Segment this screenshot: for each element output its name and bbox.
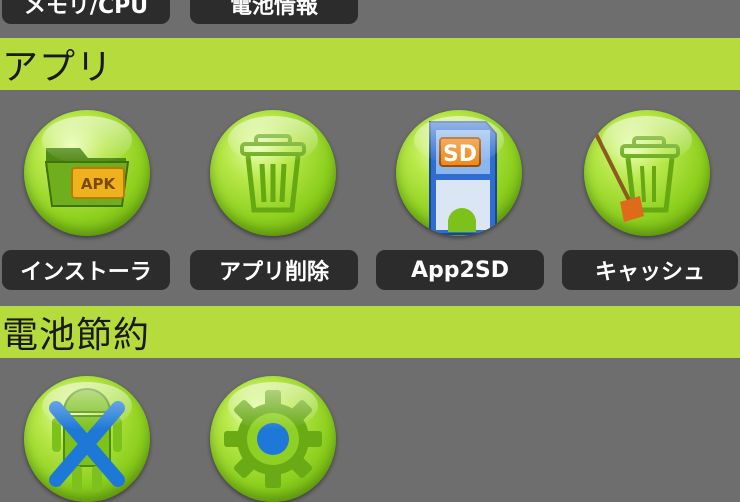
app2sd-icon-button[interactable]: SD bbox=[396, 110, 522, 236]
section-title-battery-saving: 電池節約 bbox=[2, 315, 151, 356]
installer-button-label: インストーラ bbox=[20, 260, 152, 285]
installer-button[interactable]: インストーラ bbox=[2, 250, 170, 290]
cache-button[interactable]: キャッシュ bbox=[562, 250, 738, 290]
app2sd-button[interactable]: App2SD bbox=[376, 250, 544, 290]
app-delete-button[interactable]: アプリ削除 bbox=[190, 250, 358, 290]
installer-icon-button[interactable]: APK bbox=[24, 110, 150, 236]
trash-can-icon bbox=[240, 134, 306, 213]
app-delete-icon-button[interactable] bbox=[210, 110, 336, 236]
section-header-battery-saving: 電池節約 bbox=[0, 306, 740, 358]
section-title-apps: アプリ bbox=[2, 47, 114, 88]
apk-folder-icon: APK bbox=[44, 148, 130, 207]
app2sd-button-label: App2SD bbox=[411, 257, 509, 283]
memory-cpu-button[interactable]: メモリ/CPU bbox=[2, 0, 170, 24]
app-delete-button-label: アプリ削除 bbox=[218, 260, 329, 285]
settings-gear-icon-button[interactable] bbox=[210, 376, 336, 502]
top-button-row: メモリ/CPU 電池情報 bbox=[0, 0, 740, 30]
battery-info-button[interactable]: 電池情報 bbox=[190, 0, 358, 24]
sd-text: SD bbox=[443, 142, 477, 167]
section-header-apps: アプリ bbox=[0, 38, 740, 90]
cache-button-label: キャッシュ bbox=[594, 260, 705, 285]
sd-card-icon: SD bbox=[429, 121, 497, 235]
gear-icon bbox=[224, 390, 322, 488]
cache-icon-button[interactable] bbox=[584, 110, 710, 236]
task-kill-icon-button[interactable] bbox=[24, 376, 150, 502]
android-kill-icon bbox=[49, 388, 125, 492]
memory-cpu-button-label: メモリ/CPU bbox=[23, 0, 149, 19]
broom-trash-icon bbox=[592, 129, 680, 222]
battery-info-button-label: 電池情報 bbox=[229, 0, 318, 19]
apk-text: APK bbox=[81, 175, 117, 193]
